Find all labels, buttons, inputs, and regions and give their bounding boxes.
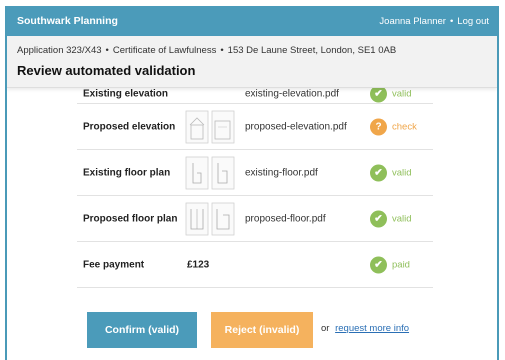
document-thumbnail[interactable] — [185, 201, 235, 237]
app-window: Southwark Planning Joanna Planner • Log ou… — [5, 6, 499, 360]
brand-link[interactable]: Southwark Planning — [17, 15, 118, 27]
user-separator: • — [449, 16, 454, 27]
status-label: valid — [392, 167, 412, 178]
check-icon: ✔ — [370, 210, 387, 227]
check-icon: ✔ — [370, 256, 387, 273]
file-link[interactable]: existing-floor.pdf — [245, 167, 318, 178]
fee-payment-row: Fee payment £123 ✔ paid — [77, 242, 433, 288]
action-bar: Confirm (valid) Reject (invalid) or requ… — [87, 312, 447, 350]
application-ref: Application 323/X43 — [17, 45, 102, 56]
status-label: paid — [392, 259, 410, 270]
check-icon: ✔ — [370, 164, 387, 181]
status-badge: ? check — [370, 118, 417, 135]
document-row-proposed-floor-plan: Proposed floor plan proposed-floor.pdf ✔… — [77, 196, 433, 242]
top-bar: Southwark Planning Joanna Planner • Log ou… — [7, 6, 497, 36]
confirm-valid-button[interactable]: Confirm (valid) — [87, 312, 197, 348]
fee-amount: £123 — [187, 259, 210, 270]
user-name: Joanna Planner — [379, 16, 446, 27]
application-breadcrumb: Application 323/X43 • Certificate of Lawfu… — [17, 45, 396, 56]
status-label: valid — [392, 88, 412, 100]
application-address: 153 De Laune Street, London, SE1 0AB — [227, 45, 397, 56]
status-badge: ✔ paid — [370, 256, 410, 273]
breadcrumb-separator: • — [220, 45, 224, 56]
validation-list: Existing elevation existing-elevation.pd… — [7, 66, 497, 360]
row-label: Proposed floor plan — [83, 213, 178, 224]
request-more-info-link[interactable]: request more info — [335, 323, 409, 334]
file-link[interactable]: existing-elevation.pdf — [245, 89, 339, 100]
reject-invalid-button[interactable]: Reject (invalid) — [211, 312, 313, 348]
or-label: or — [321, 323, 330, 334]
document-thumbnail[interactable] — [185, 109, 235, 145]
question-icon: ? — [370, 118, 387, 135]
user-menu: Joanna Planner • Log out — [379, 16, 489, 27]
status-badge: ✔ valid — [370, 164, 412, 181]
application-type: Certificate of Lawfulness — [112, 45, 217, 56]
breadcrumb-separator: • — [105, 45, 109, 56]
check-icon: ✔ — [370, 85, 387, 103]
document-row-existing-floor-plan: Existing floor plan existing-floor.pdf ✔… — [77, 150, 433, 196]
status-badge: ✔ valid — [370, 85, 412, 103]
document-row-proposed-elevation: Proposed elevation proposed-elevation.pd… — [77, 104, 433, 150]
page-title: Review automated validation — [17, 63, 196, 78]
row-label: Existing floor plan — [83, 167, 171, 178]
row-label: Proposed elevation — [83, 121, 176, 132]
logout-link[interactable]: Log out — [457, 16, 489, 27]
file-link[interactable]: proposed-floor.pdf — [245, 213, 326, 224]
status-label: valid — [392, 213, 412, 224]
row-label: Fee payment — [83, 259, 145, 270]
status-label: check — [392, 121, 417, 132]
application-context: Application 323/X43 • Certificate of Lawfu… — [7, 36, 497, 88]
alternative-action: or request more info — [321, 323, 409, 334]
row-label: Existing elevation — [83, 88, 169, 100]
status-badge: ✔ valid — [370, 210, 412, 227]
document-thumbnail[interactable] — [185, 155, 235, 191]
file-link[interactable]: proposed-elevation.pdf — [245, 121, 347, 132]
